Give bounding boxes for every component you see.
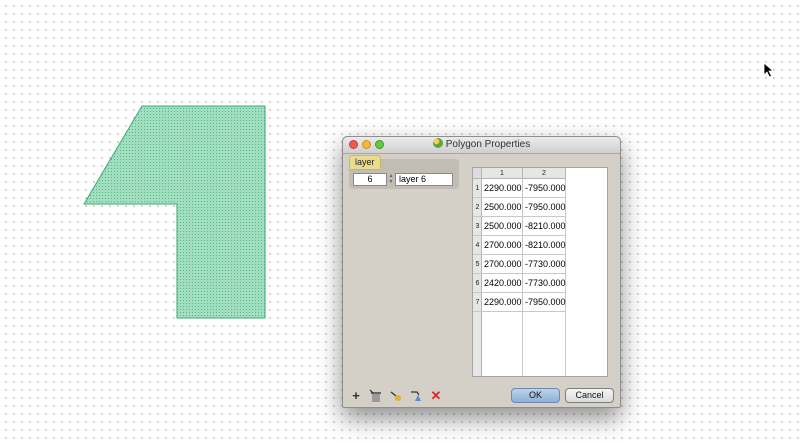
layer-number-spinbox[interactable]: 6 [353,173,387,186]
dialog-title: Polygon Properties [343,138,620,150]
table-cell-x[interactable]: 2700.000 [482,255,523,274]
table-cell-y[interactable]: -7950.000 [523,198,566,217]
row-header[interactable]: 4 [473,236,482,255]
row-header[interactable]: 2 [473,198,482,217]
mouse-cursor-icon [763,62,775,78]
row-header[interactable]: 1 [473,179,482,198]
table-cell-y[interactable]: -8210.000 [523,236,566,255]
table-cell-x[interactable]: 2500.000 [482,217,523,236]
table-cell-x[interactable]: 2420.000 [482,274,523,293]
add-point-icon[interactable]: + [349,389,363,403]
table-cell-y[interactable]: -7730.000 [523,274,566,293]
row-header[interactable]: 6 [473,274,482,293]
table-row[interactable]: 1 2290.000 -7950.000 [473,179,566,198]
table-cell-x[interactable]: 2500.000 [482,198,523,217]
column-header-2[interactable]: 2 [523,168,566,179]
polygon-properties-dialog: Polygon Properties layer 6 ▴ ▾ layer 6 1 … [342,136,621,408]
table-cell-y[interactable]: -7730.000 [523,255,566,274]
remove-icon[interactable]: ✕ [429,389,443,403]
table-row[interactable]: 5 2700.000 -7730.000 [473,255,566,274]
table-cell-y[interactable]: -8210.000 [523,217,566,236]
app-icon [432,138,443,148]
cancel-button[interactable]: Cancel [565,388,614,403]
ok-button[interactable]: OK [511,388,560,403]
layer-group-label: layer [349,155,381,170]
row-header[interactable]: 5 [473,255,482,274]
table-cell-y[interactable]: -7950.000 [523,179,566,198]
spinner-arrows-icon[interactable]: ▴ ▾ [388,173,394,186]
table-row[interactable]: 7 2290.000 -7950.000 [473,293,566,312]
table-row[interactable]: 6 2420.000 -7730.000 [473,274,566,293]
polygon-shape[interactable] [83,105,266,319]
coordinates-table[interactable]: 1 2 1 2290.000 -7950.000 2 2500.000 -795… [472,167,608,377]
table-cell-x[interactable]: 2700.000 [482,236,523,255]
table-corner[interactable] [473,168,482,179]
table-cell-x[interactable]: 2290.000 [482,293,523,312]
layer-name-field[interactable]: layer 6 [395,173,453,186]
row-header[interactable]: 3 [473,217,482,236]
column-header-1[interactable]: 1 [482,168,523,179]
table-row[interactable]: 3 2500.000 -8210.000 [473,217,566,236]
table-row[interactable]: 2 2500.000 -7950.000 [473,198,566,217]
delete-point-icon[interactable] [369,389,383,403]
move-up-icon[interactable] [389,389,403,403]
dialog-titlebar[interactable]: Polygon Properties [343,137,620,154]
move-down-icon[interactable] [409,389,423,403]
row-header[interactable]: 7 [473,293,482,312]
table-row[interactable]: 4 2700.000 -8210.000 [473,236,566,255]
table-cell-x[interactable]: 2290.000 [482,179,523,198]
table-cell-y[interactable]: -7950.000 [523,293,566,312]
